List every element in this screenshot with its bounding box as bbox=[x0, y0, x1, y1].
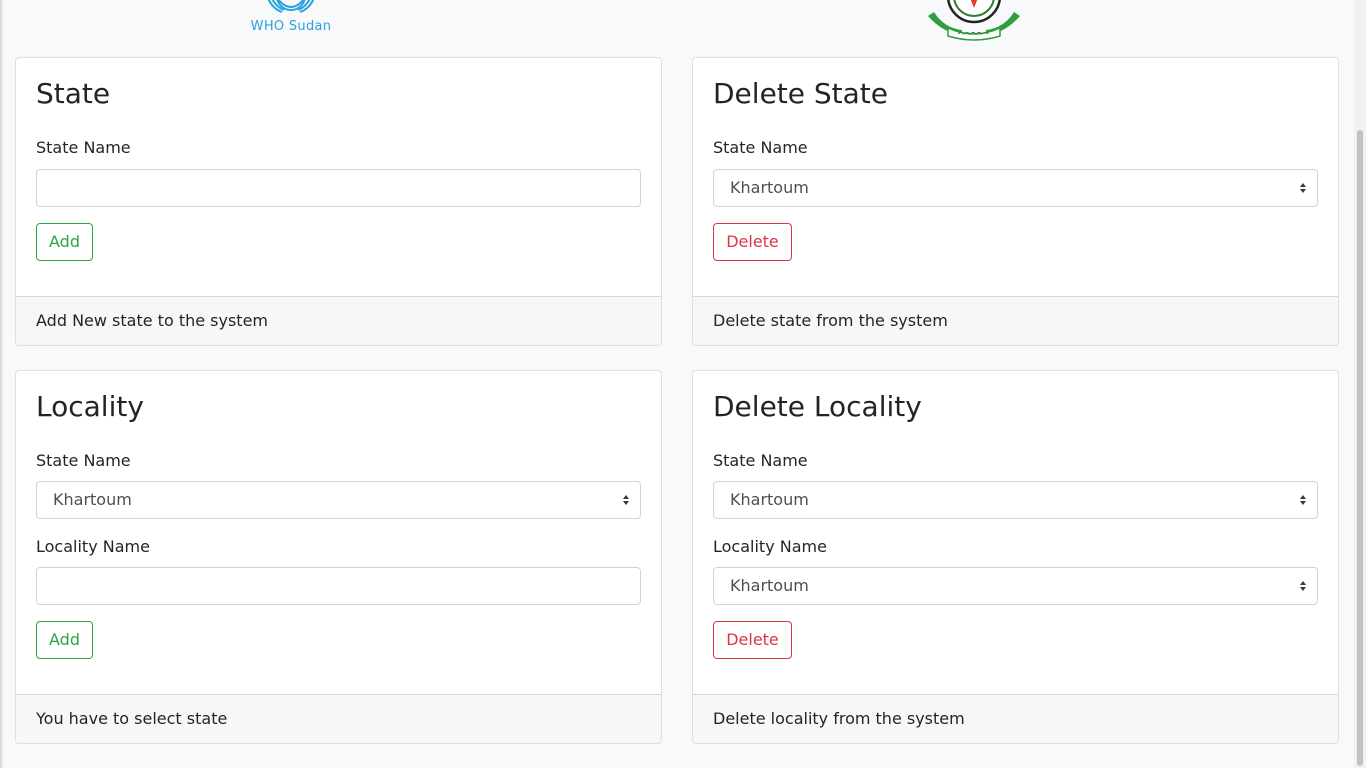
select-caret-icon bbox=[1300, 183, 1306, 193]
left-edge-shadow bbox=[0, 0, 4, 768]
add-state-name-label: State Name bbox=[36, 138, 131, 157]
add-locality-card: Locality State Name Khartoum Locality Na… bbox=[15, 370, 662, 744]
add-state-name-input[interactable] bbox=[36, 169, 641, 207]
delete-state-card: Delete State State Name Khartoum Delete … bbox=[692, 57, 1339, 346]
add-locality-name-input[interactable] bbox=[36, 567, 641, 605]
who-logo-text: WHO Sudan bbox=[250, 19, 332, 34]
delete-state-select-value: Khartoum bbox=[730, 178, 809, 197]
ministry-seal-icon bbox=[928, 0, 1020, 41]
un-emblem-icon bbox=[267, 0, 315, 13]
delete-state-footer: Delete state from the system bbox=[693, 296, 1338, 345]
add-locality-title: Locality bbox=[36, 390, 144, 423]
add-locality-state-label: State Name bbox=[36, 451, 131, 470]
add-locality-state-select-value: Khartoum bbox=[53, 490, 132, 509]
who-logo: WHO Sudan bbox=[240, 0, 342, 42]
page: WHO Sudan State State Name Add Add New s… bbox=[0, 0, 1366, 768]
delete-locality-state-select[interactable]: Khartoum bbox=[713, 481, 1318, 519]
delete-locality-footer: Delete locality from the system bbox=[693, 694, 1338, 743]
delete-locality-state-select-value: Khartoum bbox=[730, 490, 809, 509]
delete-locality-button[interactable]: Delete bbox=[713, 621, 792, 659]
add-locality-footer: You have to select state bbox=[16, 694, 661, 743]
select-caret-icon bbox=[1300, 581, 1306, 591]
add-state-card: State State Name Add Add New state to th… bbox=[15, 57, 662, 346]
page-scrollbar[interactable] bbox=[1354, 0, 1366, 768]
add-state-title: State bbox=[36, 77, 111, 110]
delete-state-name-label: State Name bbox=[713, 138, 808, 157]
delete-locality-state-label: State Name bbox=[713, 451, 808, 470]
add-locality-state-select[interactable]: Khartoum bbox=[36, 481, 641, 519]
delete-locality-name-label: Locality Name bbox=[713, 537, 827, 556]
add-state-footer: Add New state to the system bbox=[16, 296, 661, 345]
page-scrollbar-thumb[interactable] bbox=[1357, 130, 1363, 766]
delete-state-title: Delete State bbox=[713, 77, 889, 110]
ministry-of-health-logo bbox=[918, 0, 1030, 42]
add-state-button[interactable]: Add bbox=[36, 223, 93, 261]
delete-locality-card: Delete Locality State Name Khartoum Loca… bbox=[692, 370, 1339, 744]
add-locality-name-label: Locality Name bbox=[36, 537, 150, 556]
delete-locality-title: Delete Locality bbox=[713, 390, 922, 423]
delete-locality-select[interactable]: Khartoum bbox=[713, 567, 1318, 605]
select-caret-icon bbox=[1300, 495, 1306, 505]
delete-state-button[interactable]: Delete bbox=[713, 223, 792, 261]
delete-state-select[interactable]: Khartoum bbox=[713, 169, 1318, 207]
select-caret-icon bbox=[623, 495, 629, 505]
delete-locality-select-value: Khartoum bbox=[730, 576, 809, 595]
add-locality-button[interactable]: Add bbox=[36, 621, 93, 659]
